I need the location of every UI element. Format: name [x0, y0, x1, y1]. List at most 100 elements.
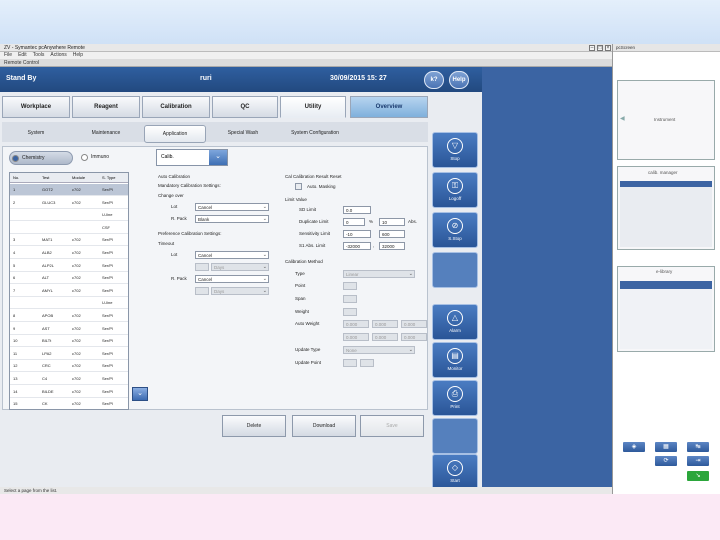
maximize-icon[interactable]: □	[597, 45, 603, 51]
menu-file[interactable]: File	[4, 52, 12, 58]
sd-limit-input[interactable]: 0.0	[343, 206, 371, 214]
auto-weight-input-3[interactable]: 0.000	[401, 320, 427, 328]
table-cell: U-line	[102, 212, 113, 218]
point-input[interactable]	[343, 282, 357, 290]
subtab-maintenance[interactable]: Maintenance	[74, 125, 138, 143]
table-row[interactable]: 11 LPA2 c702 Ser/Pl	[10, 348, 128, 360]
table-row[interactable]: 9 AST c702 Ser/Pl	[10, 323, 128, 335]
dup-limit-label: Duplicate Limit	[299, 219, 329, 224]
scroll-down-button[interactable]: ⌄	[132, 387, 148, 401]
page-select[interactable]: Calib. ⌄	[156, 149, 228, 166]
auto-masking-checkbox[interactable]	[295, 183, 302, 190]
lot2-select[interactable]: Cancel ⌄	[195, 251, 269, 259]
type-select[interactable]: Linear ⌄	[343, 270, 415, 278]
logoff-button[interactable]: ⚿ Logoff	[432, 172, 478, 208]
thumbnail-3[interactable]: e-library	[617, 266, 715, 352]
subtab-system[interactable]: System	[6, 125, 66, 143]
subtab-application[interactable]: Application	[144, 125, 206, 143]
table-row[interactable]: 7 AMYL c702 Ser/Pl	[10, 285, 128, 297]
span-input[interactable]	[343, 295, 357, 303]
dup-limit-pct-input[interactable]: 0	[343, 218, 365, 226]
update-type-select[interactable]: None ⌄	[343, 346, 415, 354]
sstop-button[interactable]: ⊘ S.Stop	[432, 212, 478, 248]
menu-edit[interactable]: Edit	[18, 52, 27, 58]
table-cell: AST	[42, 325, 50, 331]
s1-low-input[interactable]: -32000	[343, 242, 371, 250]
alarm-button[interactable]: △ Alarm	[432, 304, 478, 340]
stop-button[interactable]: ▽ Stop	[432, 132, 478, 168]
auto-weight-input-4[interactable]: 0.000	[343, 333, 369, 341]
start-button[interactable]: ◇ Start	[432, 454, 478, 490]
auto-weight-input-6[interactable]: 0.000	[401, 333, 427, 341]
print-button[interactable]: ⎙ Print	[432, 380, 478, 416]
tab-calibration[interactable]: Calibration	[142, 96, 210, 118]
table-cell: BILDE	[42, 388, 54, 394]
table-row[interactable]: 6 ALT c702 Ser/Pl	[10, 272, 128, 285]
lot2-days-field[interactable]	[195, 263, 209, 271]
tab-reagent[interactable]: Reagent	[72, 96, 140, 118]
menu-actions[interactable]: Actions	[50, 52, 66, 58]
side-tool-6-icon[interactable]: ↘	[687, 471, 709, 481]
application-panel: Chemistry Immuno Calib. ⌄ No. Test Module…	[2, 146, 428, 410]
side-tool-1-icon[interactable]: ◈	[623, 442, 645, 452]
rpack2-days-select[interactable]: Days ⌄	[211, 287, 269, 295]
table-row[interactable]: 1 GOT2 c702 Ser/Pl	[10, 184, 128, 196]
table-row[interactable]: 4 ALB2 c702 Ser/Pl	[10, 247, 128, 259]
update-point-input-2[interactable]	[360, 359, 374, 367]
monitor-button[interactable]: ▤ Monitor	[432, 342, 478, 378]
thumbnail-2[interactable]: calib. manager	[617, 166, 715, 250]
update-point-input-1[interactable]	[343, 359, 357, 367]
dup-limit-abs-input[interactable]: 10	[379, 218, 405, 226]
table-row[interactable]: 10 BILTt c702 Ser/Pl	[10, 335, 128, 348]
auto-weight-input-2[interactable]: 0.000	[372, 320, 398, 328]
table-row[interactable]: 14 BILDE c702 Ser/Pl	[10, 386, 128, 398]
auto-weight-input-5[interactable]: 0.000	[372, 333, 398, 341]
sens-high-input[interactable]: 600	[379, 230, 405, 238]
table-row[interactable]: 3 MAT1 c702 Ser/Pl	[10, 234, 128, 247]
side-tool-2-icon[interactable]: ▦	[655, 442, 677, 452]
subtab-system-configuration[interactable]: System Configuration	[280, 125, 350, 143]
side-tool-4-icon[interactable]: ⟳	[655, 456, 677, 466]
chevron-down-icon: ⌄	[408, 347, 413, 353]
rpack2-days-field[interactable]	[195, 287, 209, 295]
radio-dot-icon	[81, 154, 88, 161]
tab-qc[interactable]: QC	[212, 96, 278, 118]
radio-immuno[interactable]: Immuno	[79, 151, 139, 165]
table-row[interactable]: 2 GLUC3 c702 Ser/Pl	[10, 197, 128, 209]
table-row[interactable]: 12 CRC c702 Ser/Pl	[10, 360, 128, 373]
lot-select[interactable]: Cancel ⌄	[195, 203, 269, 211]
help-button[interactable]: k?	[424, 71, 444, 89]
side-tool-5-icon[interactable]: ⇥	[687, 456, 709, 466]
rpack2-select[interactable]: Cancel ⌄	[195, 275, 269, 283]
tab-utility[interactable]: Utility	[280, 96, 346, 118]
delete-button[interactable]: Delete	[222, 415, 286, 437]
table-row[interactable]: U-line	[10, 297, 128, 310]
table-row[interactable]: CSF	[10, 222, 128, 234]
subtab-special-wash[interactable]: Special Wash	[212, 125, 274, 143]
table-row[interactable]: 8 APOB c702 Ser/Pl	[10, 310, 128, 322]
radio-chemistry[interactable]: Chemistry	[9, 151, 73, 165]
menu-tools[interactable]: Tools	[33, 52, 45, 58]
table-row[interactable]: U-line	[10, 209, 128, 222]
sens-low-input[interactable]: -10	[343, 230, 371, 238]
help2-button[interactable]: Help	[449, 71, 469, 89]
thumbnail-1[interactable]: ◀ Instrument	[617, 80, 715, 160]
tab-workplace[interactable]: Workplace	[2, 96, 70, 118]
minimize-icon[interactable]: –	[589, 45, 595, 51]
table-row[interactable]: 15 CK c702 Ser/Pl	[10, 398, 128, 409]
table-row[interactable]: 5 ALP2L c702 Ser/Pl	[10, 260, 128, 272]
auto-weight-input-1[interactable]: 0.000	[343, 320, 369, 328]
table-row[interactable]: 13 C4 c702 Ser/Pl	[10, 373, 128, 385]
s1-high-input[interactable]: 32000	[379, 242, 405, 250]
sens-limit-label: Sensitivity Limit	[299, 231, 331, 236]
tab-overview[interactable]: Overview	[350, 96, 428, 118]
lot2-days-select[interactable]: Days ⌄	[211, 263, 269, 271]
save-button[interactable]: Save	[360, 415, 424, 437]
close-icon[interactable]: ×	[605, 45, 611, 51]
rpack-select[interactable]: Blank ⌄	[195, 215, 269, 223]
side-tool-3-icon[interactable]: ↹	[687, 442, 709, 452]
download-button[interactable]: Download	[292, 415, 356, 437]
weight-input[interactable]	[343, 308, 357, 316]
table-header: No. Test Module S. Type	[10, 173, 128, 183]
menu-help[interactable]: Help	[73, 52, 83, 58]
